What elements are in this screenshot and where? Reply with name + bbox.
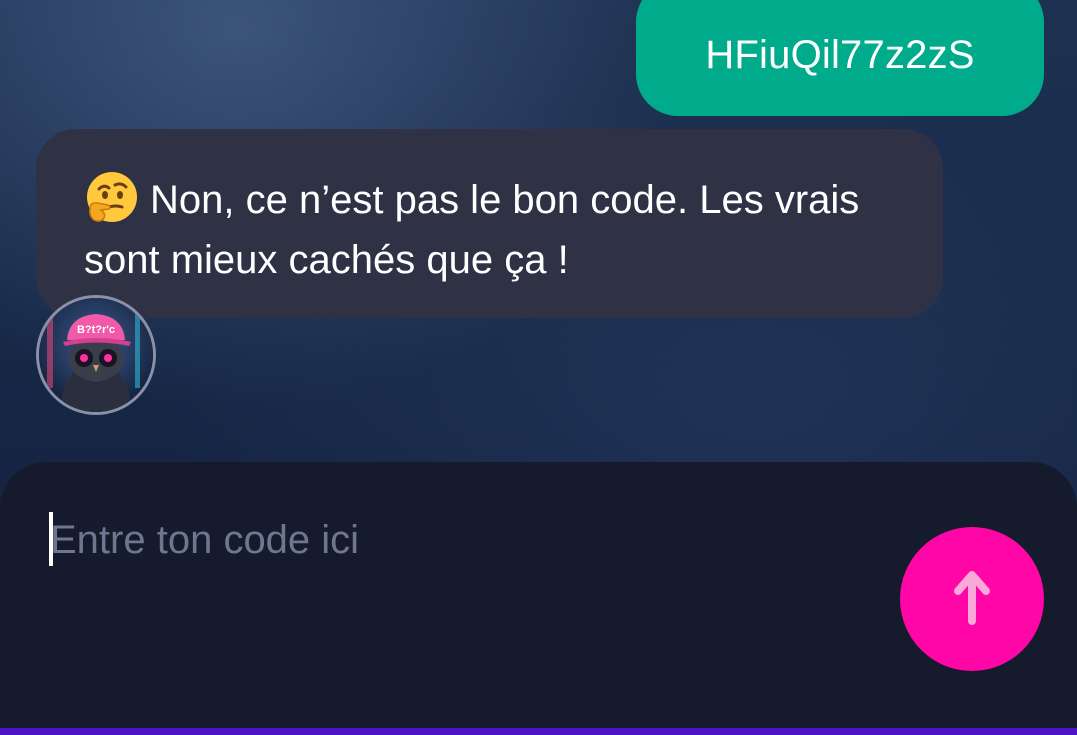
chat-screen: HFiuQil77z2zS Non, ce n’est pas le bon c…: [0, 0, 1077, 735]
bot-avatar: B?t?r'c: [36, 295, 156, 415]
user-message-bubble: HFiuQil77z2zS: [636, 0, 1044, 116]
send-button[interactable]: [900, 527, 1044, 671]
arrow-up-icon: [954, 571, 990, 625]
bot-message-bubble: Non, ce n’est pas le bon code. Les vrais…: [36, 129, 943, 318]
bottom-accent-bar: [0, 728, 1077, 735]
owl-with-cap-avatar: B?t?r'c: [39, 298, 153, 412]
code-input[interactable]: [50, 510, 870, 570]
bot-message-text: Non, ce n’est pas le bon code. Les vrais…: [84, 178, 860, 282]
user-message-text: HFiuQil77z2zS: [705, 33, 975, 77]
text-caret: [49, 512, 53, 566]
thinking-face-icon: [87, 172, 137, 222]
avatar-cap-text: B?t?r'c: [77, 324, 115, 336]
